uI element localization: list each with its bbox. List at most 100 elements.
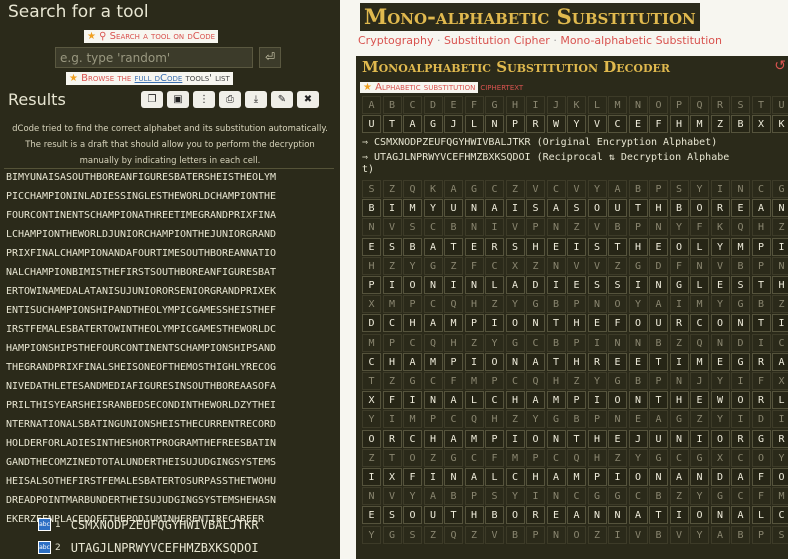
plain-cell[interactable]: A [567, 506, 586, 525]
plain-cell[interactable]: T [444, 506, 463, 525]
plain-cell[interactable]: A [772, 352, 788, 371]
plain-cell[interactable]: P [587, 468, 607, 486]
substitution-cell[interactable]: Y [567, 115, 586, 134]
plain-cell[interactable]: M [546, 391, 566, 410]
substitution-cell[interactable]: U [362, 115, 381, 134]
substitution-cell[interactable]: B [731, 115, 750, 134]
plain-cell[interactable]: O [772, 468, 788, 486]
plain-cell[interactable]: O [505, 314, 525, 333]
plain-cell[interactable]: A [485, 199, 504, 218]
alphabet-row[interactable]: abc 1 CSMXNODPZEUFQGYHWIVBALJTKR [38, 514, 259, 532]
plain-cell[interactable]: T [628, 199, 648, 218]
plain-cell[interactable]: P [751, 237, 771, 256]
breadcrumb-link[interactable]: Mono-alphabetic Substitution [560, 34, 722, 47]
plain-cell[interactable]: T [608, 237, 627, 256]
plain-cell[interactable]: N [444, 468, 463, 486]
plain-cell[interactable]: N [423, 276, 443, 294]
substitution-cell[interactable]: C [608, 115, 627, 134]
plain-cell[interactable]: S [382, 237, 402, 256]
plain-cell[interactable]: H [464, 506, 484, 525]
plain-cell[interactable]: I [587, 391, 607, 410]
plain-cell[interactable]: R [587, 352, 607, 371]
plain-cell[interactable]: P [464, 314, 484, 333]
plain-cell[interactable]: E [546, 506, 566, 525]
plain-cell[interactable]: C [382, 314, 402, 333]
plain-cell[interactable]: E [731, 199, 750, 218]
plain-cell[interactable]: S [587, 237, 607, 256]
plain-cell[interactable]: E [608, 429, 627, 448]
print-icon[interactable]: ⎙ [219, 91, 241, 108]
plain-cell[interactable]: I [690, 429, 709, 448]
plain-cell[interactable]: I [382, 276, 402, 294]
plain-cell[interactable]: M [567, 468, 586, 486]
plain-cell[interactable]: T [649, 506, 668, 525]
plain-cell[interactable]: R [382, 429, 402, 448]
plain-cell[interactable]: G [751, 429, 771, 448]
plain-cell[interactable]: I [505, 199, 525, 218]
plain-cell[interactable]: A [423, 237, 443, 256]
substitution-cell[interactable]: N [485, 115, 504, 134]
plain-cell[interactable]: H [403, 314, 422, 333]
plain-cell[interactable]: A [546, 199, 566, 218]
download-icon[interactable]: ⤓ [245, 91, 267, 108]
plain-cell[interactable]: N [690, 468, 709, 486]
plain-cell[interactable]: I [382, 199, 402, 218]
plain-cell[interactable]: O [690, 199, 709, 218]
plain-cell[interactable]: F [751, 468, 771, 486]
plain-cell[interactable]: R [526, 506, 545, 525]
substitution-cell[interactable]: A [403, 115, 422, 134]
plain-cell[interactable]: O [690, 506, 709, 525]
substitution-cell[interactable]: E [628, 115, 648, 134]
plain-cell[interactable]: H [587, 429, 607, 448]
substitution-cell[interactable]: H [669, 115, 689, 134]
plain-cell[interactable]: B [362, 199, 381, 218]
plain-cell[interactable]: N [649, 276, 668, 294]
plain-cell[interactable]: E [628, 352, 648, 371]
substitution-cell[interactable]: Z [710, 115, 730, 134]
refresh-icon[interactable]: ↺ [774, 58, 786, 74]
plain-cell[interactable]: M [423, 352, 443, 371]
alphabet-row[interactable]: abc 2 UTAGJLNPRWYVCEFHMZBXKSQDOI [38, 537, 259, 555]
plain-cell[interactable]: I [669, 506, 689, 525]
plain-cell[interactable]: M [403, 199, 422, 218]
plain-cell[interactable]: X [362, 391, 381, 410]
substitution-cell[interactable]: M [690, 115, 709, 134]
plain-cell[interactable]: C [362, 352, 381, 371]
plain-cell[interactable]: C [403, 429, 422, 448]
plain-cell[interactable]: Y [710, 237, 730, 256]
plain-cell[interactable]: N [526, 314, 545, 333]
substitution-cell[interactable]: R [526, 115, 545, 134]
plain-cell[interactable]: S [731, 276, 750, 294]
plain-cell[interactable]: B [403, 237, 422, 256]
pin-icon[interactable]: ✎ [271, 91, 293, 108]
enter-icon[interactable]: ⏎ [259, 47, 281, 68]
copy-icon[interactable]: ❐ [141, 91, 163, 108]
plain-cell[interactable]: N [669, 429, 689, 448]
plain-cell[interactable]: B [669, 199, 689, 218]
plain-cell[interactable]: E [587, 314, 607, 333]
plain-cell[interactable]: H [526, 468, 545, 486]
plain-cell[interactable]: U [444, 199, 463, 218]
plain-cell[interactable]: T [546, 314, 566, 333]
plain-cell[interactable]: S [608, 276, 627, 294]
plain-cell[interactable]: E [362, 506, 381, 525]
plain-cell[interactable]: I [772, 237, 788, 256]
plain-cell[interactable]: N [464, 199, 484, 218]
plain-cell[interactable]: J [628, 429, 648, 448]
plain-cell[interactable]: U [608, 199, 627, 218]
plain-cell[interactable]: F [382, 391, 402, 410]
plain-cell[interactable]: T [567, 429, 586, 448]
plain-cell[interactable]: R [772, 429, 788, 448]
plain-cell[interactable]: E [710, 276, 730, 294]
plain-cell[interactable]: I [567, 237, 586, 256]
plain-cell[interactable]: E [649, 237, 668, 256]
plain-cell[interactable]: O [710, 314, 730, 333]
plain-cell[interactable]: O [628, 468, 648, 486]
plain-cell[interactable]: E [567, 276, 586, 294]
plain-cell[interactable]: O [731, 391, 750, 410]
plain-cell[interactable]: S [526, 199, 545, 218]
plain-cell[interactable]: H [567, 314, 586, 333]
plain-cell[interactable]: A [464, 468, 484, 486]
plain-cell[interactable]: N [772, 199, 788, 218]
plain-cell[interactable]: I [362, 468, 381, 486]
